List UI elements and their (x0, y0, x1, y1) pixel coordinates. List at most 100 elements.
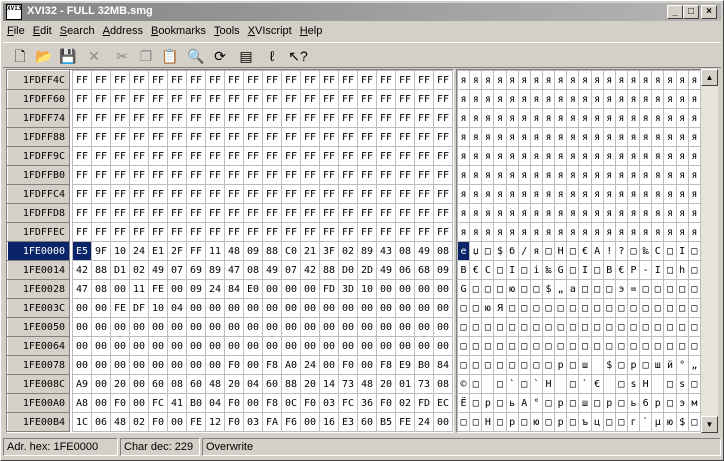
hex-cell[interactable]: FF (72, 146, 92, 166)
hex-cell[interactable]: 01 (395, 374, 415, 394)
hex-cell[interactable]: 00 (338, 317, 358, 337)
close-icon[interactable]: ✕ (83, 46, 105, 66)
ascii-cell[interactable]: я (457, 184, 471, 204)
hex-cell[interactable]: FE (395, 412, 415, 432)
hex-cell[interactable]: FF (376, 165, 396, 185)
ascii-cell[interactable]: □ (651, 336, 665, 356)
hex-cell[interactable]: E9 (395, 355, 415, 375)
ascii-cell[interactable]: я (639, 222, 653, 242)
hex-cell[interactable]: 00 (357, 355, 377, 375)
ascii-cell[interactable]: я (651, 146, 665, 166)
ascii-cell[interactable]: я (590, 70, 604, 90)
ascii-cell[interactable]: я (663, 222, 677, 242)
hex-cell[interactable]: FF (91, 203, 111, 223)
ascii-cell[interactable]: я (614, 222, 628, 242)
ascii-cell[interactable]: я (505, 222, 519, 242)
hex-cell[interactable]: 42 (72, 260, 92, 280)
hex-cell[interactable]: FF (129, 184, 149, 204)
ascii-cell[interactable]: □ (626, 336, 641, 356)
ascii-cell[interactable]: я (469, 89, 483, 109)
hex-cell[interactable]: 00 (148, 317, 168, 337)
ascii-cell[interactable]: I (505, 260, 519, 280)
ascii-cell[interactable]: □ (675, 298, 689, 318)
ascii-cell[interactable]: я (493, 222, 507, 242)
hex-cell[interactable]: FF (262, 70, 282, 90)
ascii-cell[interactable]: □ (663, 336, 677, 356)
ascii-cell[interactable]: □ (566, 260, 580, 280)
ascii-cell[interactable]: □ (481, 241, 495, 261)
ascii-cell[interactable]: я (517, 108, 531, 128)
hex-cell[interactable]: 00 (148, 336, 168, 356)
ascii-cell[interactable]: □ (626, 298, 641, 318)
hex-cell[interactable]: 00 (186, 298, 206, 318)
hex-cell[interactable]: 09 (186, 279, 206, 299)
hex-cell[interactable]: F0 (224, 393, 244, 413)
ascii-cell[interactable]: я (687, 127, 701, 147)
ascii-cell[interactable]: □ (566, 374, 580, 394)
ascii-cell[interactable]: я (614, 203, 628, 223)
hex-cell[interactable]: 3F (319, 241, 339, 261)
ascii-cell[interactable]: я (602, 108, 616, 128)
hex-cell[interactable]: 00 (376, 298, 396, 318)
ascii-cell[interactable]: я (675, 184, 689, 204)
hex-cell[interactable]: FF (167, 203, 187, 223)
hex-cell[interactable]: FF (319, 203, 339, 223)
hex-cell[interactable]: FF (300, 127, 320, 147)
hex-cell[interactable]: 20 (224, 374, 244, 394)
ascii-cell[interactable]: □ (687, 279, 701, 299)
ascii-cell[interactable]: я (566, 70, 580, 90)
ascii-cell[interactable]: я (505, 203, 519, 223)
hex-panel[interactable]: 1FDFF4C FF FF FF FF FF FF FF FF FF FF FF FF FF FF FF FF F… (6, 69, 454, 433)
ascii-cell[interactable]: $ (602, 355, 616, 375)
ascii-cell[interactable]: э (614, 279, 628, 299)
hex-cell[interactable]: 89 (205, 260, 225, 280)
hex-cell[interactable]: FF (243, 146, 263, 166)
ascii-cell[interactable]: я (554, 146, 568, 166)
ascii-cell[interactable]: я (517, 222, 531, 242)
ascii-cell[interactable]: я (626, 127, 641, 147)
hex-cell[interactable]: FF (110, 203, 130, 223)
ascii-cell[interactable]: я (541, 184, 556, 204)
ascii-cell[interactable]: я (505, 165, 519, 185)
hex-cell[interactable]: 00 (395, 336, 415, 356)
ascii-cell[interactable]: □ (481, 279, 495, 299)
hex-cell[interactable]: FF (395, 146, 415, 166)
hex-cell[interactable]: FF (433, 127, 453, 147)
hex-cell[interactable]: 20 (300, 374, 320, 394)
ascii-cell[interactable]: я (541, 222, 556, 242)
maximize-button[interactable]: □ (683, 5, 699, 19)
ascii-cell[interactable]: я (578, 222, 592, 242)
ascii-cell[interactable]: ъ (578, 412, 592, 432)
hex-cell[interactable]: FF (110, 127, 130, 147)
ascii-cell[interactable]: □ (614, 393, 628, 413)
ascii-cell[interactable]: □ (541, 298, 556, 318)
hex-cell[interactable]: FF (72, 127, 92, 147)
ascii-cell[interactable]: ! (602, 241, 616, 261)
hex-cell[interactable]: FF (205, 146, 225, 166)
ascii-cell[interactable]: я (469, 184, 483, 204)
ascii-cell[interactable]: h (675, 260, 689, 280)
hex-cell[interactable]: FF (319, 146, 339, 166)
ascii-cell[interactable]: џ (469, 241, 483, 261)
ascii-cell[interactable]: Я (493, 298, 507, 318)
ascii-cell[interactable]: I (578, 260, 592, 280)
ascii-cell[interactable]: „ (554, 279, 568, 299)
hex-cell[interactable]: FF (281, 108, 301, 128)
hex-cell[interactable]: FF (281, 203, 301, 223)
hex-cell[interactable]: 00 (433, 317, 453, 337)
hex-grid[interactable]: 1FDFF4C FF FF FF FF FF FF FF FF FF FF FF FF FF FF FF FF F… (7, 70, 453, 432)
hex-cell[interactable]: FF (72, 89, 92, 109)
hex-cell[interactable]: 02 (338, 241, 358, 261)
ascii-cell[interactable]: я (566, 89, 580, 109)
hex-cell[interactable]: FF (357, 203, 377, 223)
hex-cell[interactable]: FF (300, 89, 320, 109)
ascii-cell[interactable]: я (493, 165, 507, 185)
hex-cell[interactable]: 20 (376, 374, 396, 394)
hex-cell[interactable]: 00 (300, 298, 320, 318)
hex-cell[interactable]: FA (262, 412, 282, 432)
ascii-cell[interactable]: □ (529, 298, 543, 318)
ascii-cell[interactable]: ц (590, 412, 604, 432)
ascii-cell[interactable]: □ (590, 279, 604, 299)
hex-cell[interactable]: FE (148, 279, 168, 299)
ascii-cell[interactable]: я (651, 89, 665, 109)
